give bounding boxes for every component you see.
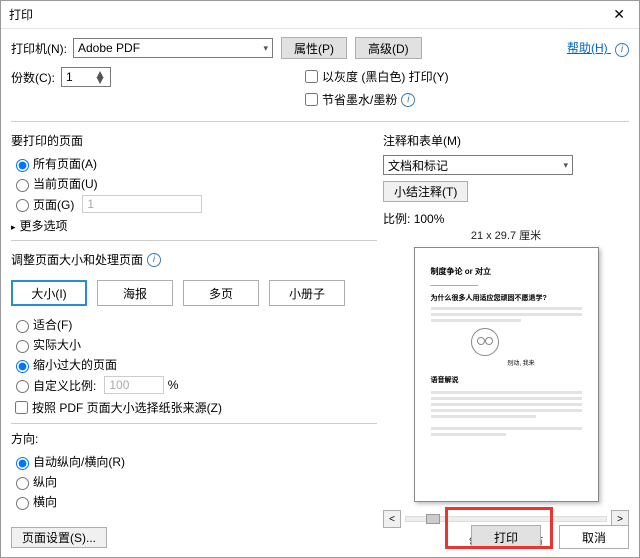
cancel-button[interactable]: 取消 bbox=[559, 525, 629, 549]
pages-title: 要打印的页面 bbox=[11, 132, 377, 149]
print-dialog: 打印 ✕ 打印机(N): Adobe PDF ▾ 属性(P) 高级(D) 帮助(… bbox=[0, 0, 640, 558]
saveink-checkbox[interactable]: 节省墨水/墨粉 i bbox=[301, 90, 449, 109]
tab-size[interactable]: 大小(I) bbox=[11, 280, 87, 306]
orientation-title: 方向: bbox=[11, 430, 377, 447]
radio-landscape[interactable]: 横向 bbox=[11, 493, 377, 510]
radio-custom[interactable]: 自定义比例:100 % bbox=[11, 376, 377, 394]
copies-label: 份数(C): bbox=[11, 69, 55, 86]
radio-current-page[interactable]: 当前页面(U) bbox=[11, 175, 377, 192]
printer-selected: Adobe PDF bbox=[78, 41, 140, 55]
radio-fit[interactable]: 适合(F) bbox=[11, 316, 377, 333]
scroll-thumb[interactable] bbox=[426, 514, 440, 524]
scaling-title: 调整页面大小和处理页面 i bbox=[11, 251, 161, 268]
radio-actual[interactable]: 实际大小 bbox=[11, 336, 377, 353]
scale-label: 比例: bbox=[383, 212, 410, 226]
comments-select[interactable]: 文档和标记 ▾ bbox=[383, 155, 573, 175]
copies-stepper[interactable]: 1 ▲▼ bbox=[61, 67, 111, 87]
radio-shrink[interactable]: 缩小过大的页面 bbox=[11, 356, 377, 373]
spinner-icon[interactable]: ▲▼ bbox=[94, 71, 106, 83]
print-button[interactable]: 打印 bbox=[471, 525, 541, 549]
custom-scale-input: 100 bbox=[104, 376, 164, 394]
chevron-down-icon: ▾ bbox=[263, 43, 268, 54]
summarize-button[interactable]: 小结注释(T) bbox=[383, 181, 468, 202]
properties-button[interactable]: 属性(P) bbox=[281, 37, 347, 59]
print-preview: 制度争论 or 对立 ———————— 为什么很多人用适应您顽固不愿退学? 别动… bbox=[414, 247, 599, 502]
page-setup-button[interactable]: 页面设置(S)... bbox=[11, 527, 107, 548]
info-icon[interactable]: i bbox=[147, 253, 161, 267]
copies-value: 1 bbox=[66, 70, 73, 84]
tab-poster[interactable]: 海报 bbox=[97, 280, 173, 306]
comments-title: 注释和表单(M) bbox=[383, 132, 629, 149]
page-range-input: 1 bbox=[82, 195, 202, 213]
printer-select[interactable]: Adobe PDF ▾ bbox=[73, 38, 273, 58]
more-options-toggle[interactable]: ▸更多选项 bbox=[11, 217, 377, 234]
radio-portrait[interactable]: 纵向 bbox=[11, 473, 377, 490]
paper-source-checkbox[interactable]: 按照 PDF 页面大小选择纸张来源(Z) bbox=[11, 398, 377, 417]
grayscale-checkbox[interactable]: 以灰度 (黑白色) 打印(Y) bbox=[301, 67, 449, 86]
preview-dimensions: 21 x 29.7 厘米 bbox=[383, 227, 629, 243]
triangle-right-icon: ▸ bbox=[11, 222, 16, 232]
help-link[interactable]: 帮助(H) i bbox=[567, 39, 629, 57]
printer-label: 打印机(N): bbox=[11, 40, 67, 57]
chevron-down-icon: ▾ bbox=[563, 160, 568, 171]
face-illustration bbox=[471, 328, 499, 356]
radio-page-range[interactable]: 页面(G)1 bbox=[11, 195, 377, 213]
radio-auto-orient[interactable]: 自动纵向/横向(R) bbox=[11, 453, 377, 470]
titlebar: 打印 ✕ bbox=[1, 1, 639, 29]
dialog-title: 打印 bbox=[9, 6, 33, 23]
scale-value: 100% bbox=[414, 212, 445, 226]
info-icon[interactable]: i bbox=[401, 93, 415, 107]
tab-multi[interactable]: 多页 bbox=[183, 280, 259, 306]
tab-booklet[interactable]: 小册子 bbox=[269, 280, 345, 306]
info-icon: i bbox=[615, 43, 629, 57]
advanced-button[interactable]: 高级(D) bbox=[355, 37, 422, 59]
radio-all-pages[interactable]: 所有页面(A) bbox=[11, 155, 377, 172]
close-icon[interactable]: ✕ bbox=[607, 4, 631, 25]
